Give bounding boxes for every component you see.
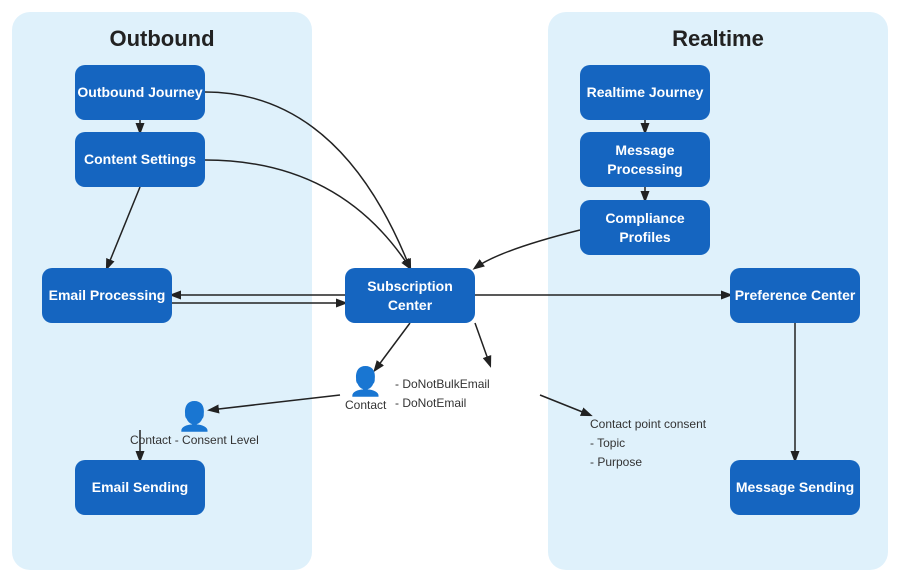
center-contact-label: Contact [345,398,386,412]
contact-point-line3: - Purpose [590,455,642,469]
left-contact-icon: 👤 [130,400,259,433]
contact-fields-label: - DoNotBulkEmail - DoNotEmail [395,375,490,413]
contact-point-line2: - Topic [590,436,625,450]
preference-center-box: Preference Center [730,268,860,323]
content-settings-box: Content Settings [75,132,205,187]
email-sending-box: Email Sending [75,460,205,515]
compliance-profiles-box: Compliance Profiles [580,200,710,255]
realtime-journey-box: Realtime Journey [580,65,710,120]
contact-field-1: - DoNotBulkEmail [395,377,490,391]
left-contact-sub: Consent Level [182,433,259,447]
arrow-sc-contactfields [475,323,490,365]
left-contact-label: Contact - [130,433,179,447]
contact-field-2: - DoNotEmail [395,396,466,410]
message-processing-box: Message Processing [580,132,710,187]
center-contact-figure: 👤 Contact [345,365,386,412]
realtime-label: Realtime [548,12,888,52]
left-contact-figure: 👤 Contact - Consent Level [130,400,259,447]
contact-point-line1: Contact point consent [590,417,706,431]
outbound-journey-box: Outbound Journey [75,65,205,120]
subscription-center-box: Subscription Center [345,268,475,323]
message-sending-box: Message Sending [730,460,860,515]
contact-point-label: Contact point consent - Topic - Purpose [590,415,706,473]
email-processing-box: Email Processing [42,268,172,323]
center-contact-icon: 👤 [345,365,386,398]
outbound-label: Outbound [12,12,312,52]
diagram-container: Outbound Realtime [0,0,900,582]
arrow-sc-contact [375,323,410,370]
